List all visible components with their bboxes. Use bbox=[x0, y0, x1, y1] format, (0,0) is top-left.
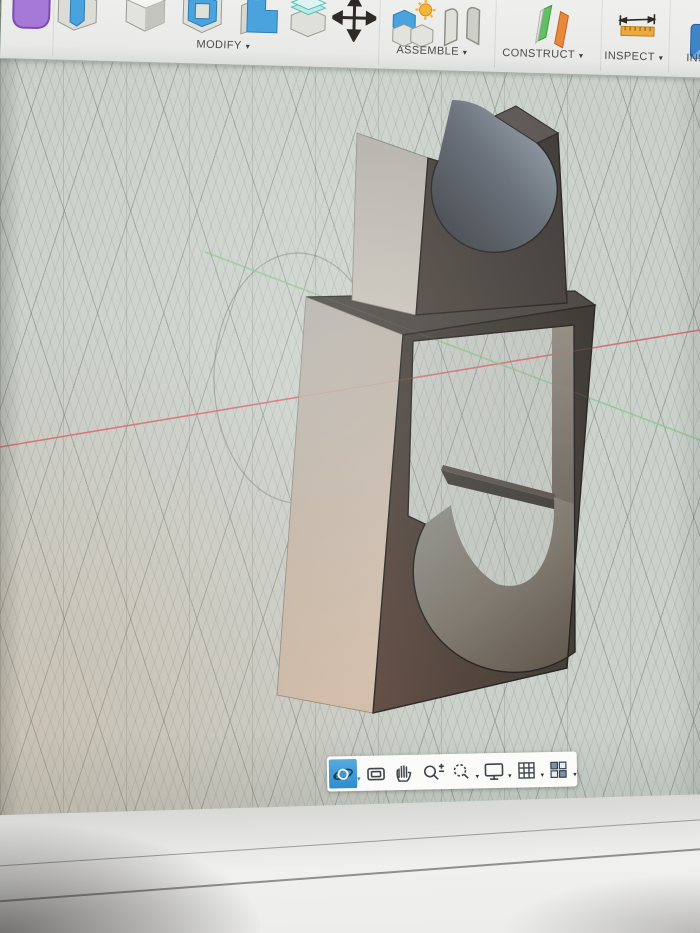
chevron-down-icon: ▾ bbox=[246, 41, 251, 50]
model-saddle bbox=[352, 100, 567, 315]
display-dropdown-caret[interactable]: ▾ bbox=[508, 771, 512, 779]
display-settings-icon bbox=[482, 759, 506, 781]
orbit-button[interactable] bbox=[329, 759, 358, 789]
pan-icon bbox=[391, 761, 415, 783]
grid-settings-icon bbox=[514, 759, 538, 781]
grid-dropdown-caret[interactable]: ▾ bbox=[541, 771, 545, 779]
look-at-icon bbox=[363, 762, 387, 784]
shell-icon[interactable] bbox=[120, 0, 171, 41]
group-separator bbox=[494, 0, 498, 68]
menu-insert-partial[interactable]: INS bbox=[686, 52, 700, 65]
zoom-icon bbox=[419, 761, 445, 784]
group-separator bbox=[668, 0, 672, 73]
grid-settings-button[interactable] bbox=[512, 755, 541, 785]
menu-modify-label: MODIFY bbox=[196, 38, 242, 51]
fit-button[interactable] bbox=[447, 757, 476, 787]
orbit-dropdown-caret[interactable]: ▾ bbox=[357, 774, 361, 782]
measure-icon[interactable] bbox=[616, 12, 657, 54]
pan-button[interactable] bbox=[389, 758, 418, 788]
chevron-down-icon: ▾ bbox=[659, 53, 664, 62]
viewports-dropdown-caret[interactable]: ▾ bbox=[573, 770, 577, 778]
orbit-icon bbox=[331, 763, 355, 785]
viewports-icon bbox=[547, 758, 571, 780]
group-separator bbox=[600, 0, 604, 71]
menu-construct-label: CONSTRUCT bbox=[502, 47, 575, 61]
combine-icon[interactable] bbox=[178, 0, 227, 42]
menu-modify[interactable]: MODIFY ▾ bbox=[196, 38, 250, 51]
screen-photo: MODIFY ▾ ASSEMBLE ▾ CONSTRUCT ▾ INSPECT … bbox=[0, 0, 700, 933]
fit-dropdown-caret[interactable]: ▾ bbox=[476, 772, 480, 780]
move-copy-icon[interactable] bbox=[331, 0, 376, 47]
look-at-button[interactable] bbox=[361, 758, 390, 788]
fillet-icon[interactable] bbox=[7, 0, 54, 36]
menu-construct[interactable]: CONSTRUCT ▾ bbox=[502, 47, 583, 61]
model-canvas[interactable] bbox=[0, 0, 700, 830]
menu-inspect[interactable]: INSPECT ▾ bbox=[604, 50, 663, 64]
group-separator bbox=[378, 0, 382, 65]
chevron-down-icon: ▾ bbox=[579, 51, 584, 60]
zoom-button[interactable] bbox=[417, 757, 448, 787]
menu-inspect-label: INSPECT bbox=[604, 50, 655, 63]
offset-face-icon[interactable] bbox=[237, 0, 284, 44]
fit-icon bbox=[449, 760, 473, 782]
menu-assemble-label: ASSEMBLE bbox=[396, 44, 459, 58]
view-navigation-bar: ▾ ▾ bbox=[327, 751, 578, 791]
model[interactable] bbox=[277, 100, 595, 713]
press-pull-icon[interactable] bbox=[54, 0, 101, 39]
screen-bezel bbox=[0, 793, 700, 933]
model-body bbox=[277, 291, 595, 713]
menu-assemble[interactable]: ASSEMBLE ▾ bbox=[396, 44, 467, 58]
chevron-down-icon: ▾ bbox=[463, 47, 468, 56]
viewports-button[interactable] bbox=[545, 754, 574, 784]
display-settings-button[interactable] bbox=[480, 756, 509, 786]
split-body-icon[interactable] bbox=[288, 0, 329, 45]
menu-insert-label: INS bbox=[686, 52, 700, 65]
